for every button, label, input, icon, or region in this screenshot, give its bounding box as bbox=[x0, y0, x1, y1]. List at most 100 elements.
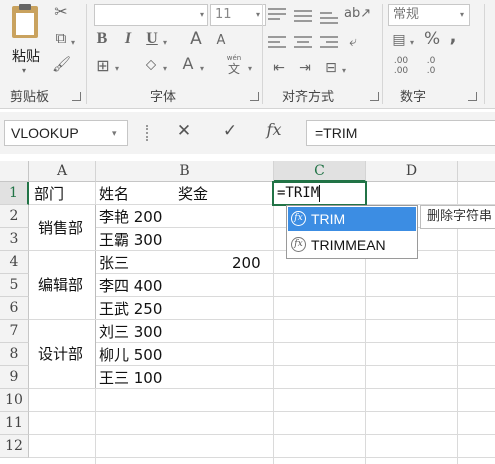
row-header-6[interactable]: 6 bbox=[0, 297, 29, 320]
formula-bar: VLOOKUP ▾ ✕ ✓ fx =TRIM bbox=[0, 112, 495, 154]
row-header-8[interactable]: 8 bbox=[0, 343, 29, 366]
cell-b3[interactable]: 王霸 300 bbox=[99, 229, 162, 251]
row-header-12[interactable]: 12 bbox=[0, 435, 29, 458]
fill-color-dropdown-icon[interactable]: ▾ bbox=[163, 64, 167, 73]
divider bbox=[382, 4, 383, 104]
row-header-1[interactable]: 1 bbox=[0, 182, 29, 205]
number-group-label: 数字 bbox=[400, 90, 427, 105]
cell-b8[interactable]: 柳儿 500 bbox=[99, 344, 162, 366]
font-size-dropdown-icon[interactable]: ▾ bbox=[256, 10, 260, 19]
row-header-5[interactable]: 5 bbox=[0, 274, 29, 297]
align-bottom-icon[interactable] bbox=[320, 6, 338, 24]
phonetic-guide-icon[interactable]: wén 文 bbox=[222, 54, 246, 78]
row-header-9[interactable]: 9 bbox=[0, 366, 29, 389]
clipboard-icon bbox=[12, 4, 38, 38]
bold-button[interactable]: B bbox=[94, 31, 110, 47]
alignment-launcher-icon[interactable] bbox=[370, 92, 379, 101]
phonetic-dropdown-icon[interactable]: ▾ bbox=[248, 64, 252, 73]
cell-a2-merged[interactable]: 销售部 bbox=[38, 217, 83, 239]
column-header-c[interactable]: C bbox=[274, 161, 366, 182]
currency-dropdown-icon[interactable]: ▾ bbox=[410, 38, 414, 47]
autocomplete-item-trimmean[interactable]: fx TRIMMEAN bbox=[288, 233, 416, 257]
copy-icon[interactable]: ⧉ bbox=[52, 30, 70, 46]
insert-function-icon[interactable]: fx bbox=[262, 122, 286, 138]
active-cell-c1[interactable]: =TRIM bbox=[272, 181, 367, 206]
cell-a7-merged[interactable]: 设计部 bbox=[38, 343, 83, 365]
cell-b2[interactable]: 李艳 200 bbox=[99, 206, 162, 228]
cell-b4-value[interactable]: 200 bbox=[232, 252, 261, 274]
number-format-dropdown-icon[interactable]: ▾ bbox=[460, 10, 464, 19]
formula-input[interactable]: =TRIM bbox=[306, 120, 495, 146]
cell-b1-name[interactable]: 姓名 bbox=[99, 183, 129, 205]
merge-center-icon[interactable]: ⊟ bbox=[322, 60, 340, 76]
row-header-3[interactable]: 3 bbox=[0, 228, 29, 251]
font-color-button[interactable]: A bbox=[180, 56, 196, 72]
cancel-icon[interactable]: ✕ bbox=[174, 123, 194, 140]
underline-dropdown-icon[interactable]: ▾ bbox=[163, 38, 167, 47]
cell-a4-merged[interactable]: 编辑部 bbox=[38, 274, 83, 296]
gridline bbox=[95, 251, 96, 320]
font-name-dropdown-icon[interactable]: ▾ bbox=[200, 10, 204, 19]
name-box[interactable]: VLOOKUP bbox=[4, 120, 128, 146]
column-header-b[interactable]: B bbox=[96, 161, 274, 182]
paste-button[interactable]: 粘贴 ▾ bbox=[6, 4, 46, 80]
borders-dropdown-icon[interactable]: ▾ bbox=[115, 64, 119, 73]
underline-button[interactable]: U bbox=[144, 31, 160, 47]
column-header-a[interactable]: A bbox=[29, 161, 96, 182]
align-top-icon[interactable] bbox=[268, 6, 286, 24]
italic-button[interactable]: I bbox=[120, 31, 136, 47]
merge-dropdown-icon[interactable]: ▾ bbox=[342, 66, 346, 75]
cell-b6[interactable]: 王武 250 bbox=[99, 298, 162, 320]
row-header-11[interactable]: 11 bbox=[0, 412, 29, 435]
function-tooltip: 删除字符串 bbox=[420, 205, 495, 229]
column-header-e[interactable] bbox=[458, 161, 495, 182]
row-header-7[interactable]: 7 bbox=[0, 320, 29, 343]
wrap-text-icon[interactable]: ⤶ bbox=[344, 34, 362, 50]
row-header-2[interactable]: 2 bbox=[0, 205, 29, 228]
row-header-10[interactable]: 10 bbox=[0, 389, 29, 412]
align-right-icon[interactable] bbox=[320, 34, 338, 52]
comma-style-button[interactable]: , bbox=[446, 28, 460, 46]
select-all-button[interactable] bbox=[0, 161, 29, 182]
shrink-font-button[interactable]: A bbox=[214, 33, 228, 49]
cut-icon[interactable]: ✂ bbox=[52, 4, 70, 20]
decrease-indent-icon[interactable]: ⇤ bbox=[270, 60, 288, 76]
increase-decimal-button[interactable]: .00 .00 bbox=[388, 56, 414, 78]
name-box-dropdown-icon[interactable]: ▾ bbox=[112, 129, 117, 139]
align-center-icon[interactable] bbox=[294, 34, 312, 52]
cell-a1[interactable]: 部门 bbox=[34, 183, 64, 205]
clipboard-launcher-icon[interactable] bbox=[72, 92, 81, 101]
row-header-4[interactable]: 4 bbox=[0, 251, 29, 274]
gridline bbox=[29, 457, 495, 458]
number-format-combo[interactable]: 常规 bbox=[388, 4, 470, 26]
cell-b4[interactable]: 张三 bbox=[99, 252, 129, 274]
orientation-icon[interactable]: ab↗ bbox=[344, 6, 371, 22]
align-middle-icon[interactable] bbox=[294, 6, 312, 24]
formula-bar-grip-icon[interactable] bbox=[146, 125, 150, 141]
fill-color-icon[interactable]: ⬦ bbox=[142, 56, 160, 72]
copy-dropdown-icon[interactable]: ▾ bbox=[71, 38, 75, 47]
decrease-decimal-button[interactable]: .0 .0 bbox=[418, 56, 444, 78]
format-painter-icon[interactable]: 🖌 bbox=[52, 56, 71, 72]
cell-b9[interactable]: 王三 100 bbox=[99, 367, 162, 389]
font-launcher-icon[interactable] bbox=[250, 92, 259, 101]
borders-icon[interactable]: ⊞ bbox=[94, 58, 112, 74]
font-name-combo[interactable] bbox=[94, 4, 208, 26]
font-color-dropdown-icon[interactable]: ▾ bbox=[200, 64, 204, 73]
divider bbox=[262, 4, 263, 104]
cell-b1-bonus[interactable]: 奖金 bbox=[178, 183, 208, 205]
enter-icon[interactable]: ✓ bbox=[220, 123, 240, 140]
autocomplete-item-trim[interactable]: fx TRIM bbox=[288, 207, 416, 231]
currency-icon[interactable]: ▤ bbox=[390, 32, 408, 48]
function-autocomplete-list: fx TRIM fx TRIMMEAN bbox=[286, 205, 418, 259]
paste-dropdown-icon[interactable]: ▾ bbox=[22, 66, 26, 75]
cell-b7[interactable]: 刘三 300 bbox=[99, 321, 162, 343]
column-header-d[interactable]: D bbox=[366, 161, 458, 182]
cell-b5[interactable]: 李四 400 bbox=[99, 275, 162, 297]
number-launcher-icon[interactable] bbox=[468, 92, 477, 101]
align-left-icon[interactable] bbox=[268, 34, 286, 52]
percent-button[interactable]: % bbox=[424, 31, 440, 48]
increase-indent-icon[interactable]: ⇥ bbox=[296, 60, 314, 76]
grow-font-button[interactable]: A bbox=[188, 31, 204, 48]
divider bbox=[484, 4, 485, 104]
